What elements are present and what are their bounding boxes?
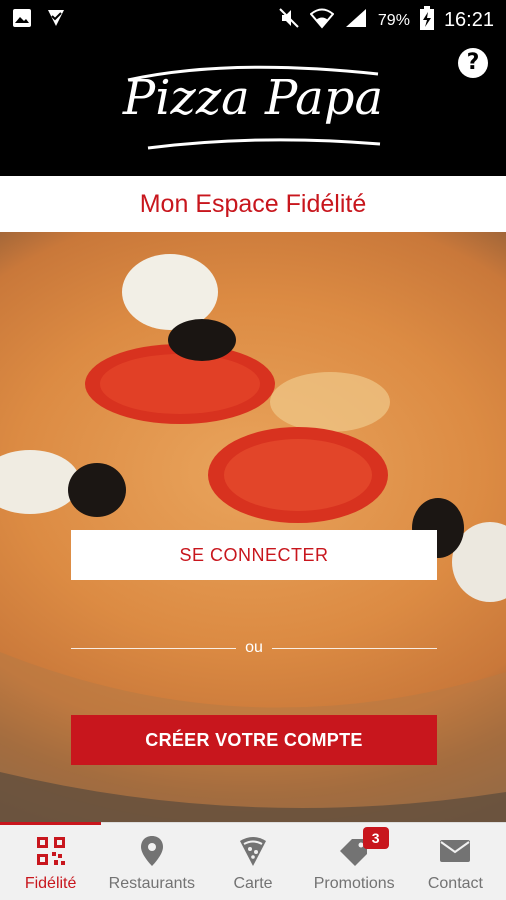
map-pin-icon bbox=[136, 835, 168, 867]
login-button[interactable]: SE CONNECTER bbox=[71, 530, 437, 580]
battery-charging-icon bbox=[419, 6, 434, 35]
app-header: Pizza Papa ? bbox=[0, 38, 506, 176]
image-icon bbox=[12, 8, 32, 33]
nav-item-carte[interactable]: Carte bbox=[202, 823, 303, 900]
clock: 16:21 bbox=[443, 9, 494, 31]
nav-item-contact[interactable]: Contact bbox=[405, 823, 506, 900]
qr-code-icon bbox=[35, 835, 67, 867]
nav-label: Fidélité bbox=[24, 875, 77, 892]
nav-item-fidelite[interactable]: Fidélité bbox=[0, 822, 102, 900]
wifi-icon bbox=[309, 7, 335, 34]
envelope-icon bbox=[439, 835, 471, 867]
download-check-icon bbox=[46, 8, 66, 33]
svg-text:Pizza Papa: Pizza Papa bbox=[122, 70, 383, 126]
title-band: Mon Espace Fidélité bbox=[0, 176, 506, 232]
or-divider: ou bbox=[71, 638, 437, 658]
nav-item-promotions[interactable]: 3 Promotions bbox=[304, 823, 405, 900]
pizza-papa-logo: Pizza Papa bbox=[122, 65, 383, 150]
page-title: Mon Espace Fidélité bbox=[139, 189, 367, 218]
divider-line-right bbox=[272, 648, 437, 649]
signal-icon bbox=[344, 7, 368, 34]
nav-label: Contact bbox=[427, 875, 483, 892]
nav-label: Carte bbox=[233, 875, 273, 892]
nav-item-restaurants[interactable]: Restaurants bbox=[101, 823, 202, 900]
mute-icon bbox=[278, 7, 300, 34]
pizza-hero-image: SE CONNECTER ou CRÉER VOTRE COMPTE bbox=[0, 232, 506, 822]
create-account-button[interactable]: CRÉER VOTRE COMPTE bbox=[71, 715, 437, 765]
promotions-badge: 3 bbox=[362, 827, 389, 849]
nav-label: Promotions bbox=[313, 875, 395, 892]
bottom-navigation: Fidélité Restaurants Carte 3 Promotions … bbox=[0, 822, 506, 900]
pizza-slice-icon bbox=[237, 835, 269, 867]
help-button[interactable]: ? bbox=[458, 48, 488, 78]
nav-label: Restaurants bbox=[108, 875, 195, 892]
status-bar: 79% 16:21 bbox=[0, 0, 506, 38]
battery-percent: 79% bbox=[377, 11, 410, 29]
